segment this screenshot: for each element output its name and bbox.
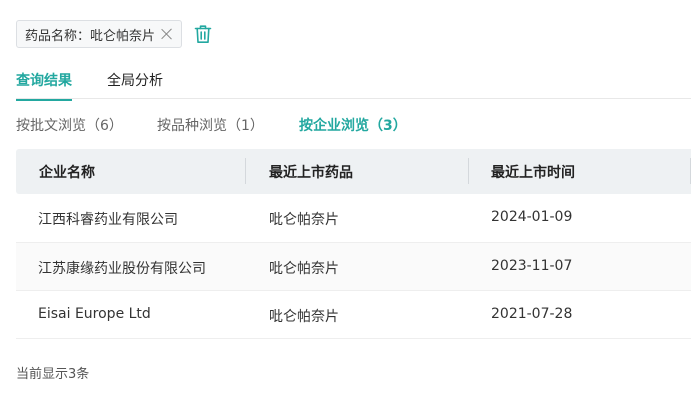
table-header: 企业名称 最近上市药品 最近上市时间	[16, 149, 691, 194]
tab-global-analysis[interactable]: 全局分析	[107, 70, 163, 90]
subtab-by-variety[interactable]: 按品种浏览（1）	[157, 115, 264, 135]
column-divider	[245, 158, 246, 184]
cell-date: 2024-01-09	[491, 209, 573, 225]
cell-date: 2021-07-28	[491, 306, 573, 322]
table-row[interactable]: Eisai Europe Ltd 吡仑帕奈片 2021-07-28	[16, 291, 691, 339]
cell-company[interactable]: 江西科睿药业有限公司	[38, 209, 178, 229]
filter-bar: 药品名称：吡仑帕奈片	[16, 19, 212, 49]
column-divider	[468, 158, 469, 184]
result-count: 当前显示3条	[16, 367, 90, 382]
table-row[interactable]: 江西科睿药业有限公司 吡仑帕奈片 2024-01-09	[16, 194, 691, 243]
tab-query-results[interactable]: 查询结果	[16, 70, 72, 101]
subtab-by-company[interactable]: 按企业浏览（3）	[299, 115, 407, 135]
filter-chip-label: 药品名称：吡仑帕奈片	[25, 28, 156, 44]
cell-drug: 吡仑帕奈片	[269, 212, 339, 228]
trash-icon[interactable]	[194, 24, 212, 44]
main-tabs: 查询结果 全局分析	[16, 68, 691, 101]
filter-chip[interactable]: 药品名称：吡仑帕奈片	[16, 20, 183, 48]
column-header-latest-drug[interactable]: 最近上市药品	[269, 162, 353, 182]
cell-date: 2023-11-07	[491, 258, 573, 274]
column-header-latest-date[interactable]: 最近上市时间	[491, 162, 575, 182]
cell-company[interactable]: Eisai Europe Ltd	[38, 306, 151, 322]
results-table: 企业名称 最近上市药品 最近上市时间 江西科睿药业有限公司 吡仑帕奈片 2024…	[16, 149, 691, 339]
subtab-by-approval[interactable]: 按批文浏览（6）	[16, 115, 123, 135]
cell-company[interactable]: 江苏康缘药业股份有限公司	[38, 258, 206, 278]
cell-drug: 吡仑帕奈片	[269, 309, 339, 325]
cell-drug: 吡仑帕奈片	[269, 261, 339, 277]
table-row[interactable]: 江苏康缘药业股份有限公司 吡仑帕奈片 2023-11-07	[16, 243, 691, 291]
close-icon[interactable]	[161, 28, 173, 40]
column-header-company[interactable]: 企业名称	[39, 162, 95, 182]
